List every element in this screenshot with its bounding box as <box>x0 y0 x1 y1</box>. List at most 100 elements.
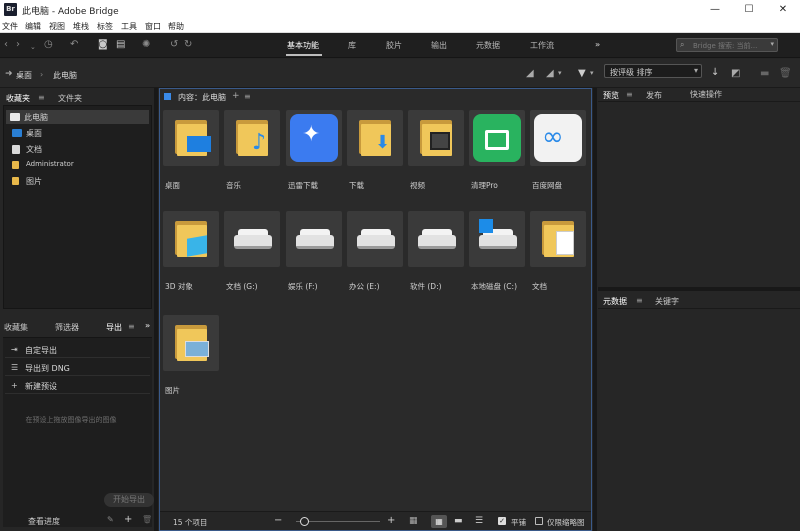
more-workspaces-button[interactable]: » <box>595 40 600 49</box>
start-export-button[interactable]: 开始导出 <box>104 493 154 507</box>
thumbnail-label: 本地磁盘 (C:) <box>471 282 517 291</box>
tab-essentials[interactable]: 基本功能 <box>287 40 319 51</box>
thumbnail-item[interactable] <box>530 211 586 267</box>
tab-metadata[interactable]: 元数据 <box>476 40 500 51</box>
panel-divider[interactable] <box>593 88 597 531</box>
panel-menu-icon[interactable]: ≡ <box>38 93 45 102</box>
menu-tools[interactable]: 工具 <box>121 21 137 32</box>
menu-help[interactable]: 帮助 <box>168 21 184 32</box>
tab-filmstrip[interactable]: 胶片 <box>386 40 402 51</box>
recent-icon[interactable]: ◷ <box>44 40 53 50</box>
details-view-icon[interactable]: ▬ <box>454 516 463 526</box>
tab-quick-actions[interactable]: 快速操作 <box>690 89 722 100</box>
tab-keywords[interactable]: 关键字 <box>655 296 679 307</box>
maximize-button[interactable]: ☐ <box>732 0 766 20</box>
desktop-icon <box>12 129 22 137</box>
menu-window[interactable]: 窗口 <box>145 21 161 32</box>
zoom-in-icon[interactable]: + <box>387 515 395 526</box>
thumbnail-item[interactable] <box>469 211 525 267</box>
tab-workflow[interactable]: 工作流 <box>530 40 554 51</box>
sort-select[interactable]: 按评级 排序 ▾ <box>604 64 702 78</box>
thumbnail-item[interactable] <box>163 110 219 166</box>
document-icon <box>12 145 20 154</box>
tab-filter[interactable]: 筛选器 <box>55 322 79 333</box>
delete-icon[interactable]: 🗑 <box>779 68 792 79</box>
thumbnail-item[interactable] <box>163 315 219 371</box>
tab-collections[interactable]: 收藏集 <box>4 322 28 333</box>
thumbnail-item[interactable] <box>469 110 525 166</box>
panel-divider[interactable] <box>598 287 800 291</box>
list-item[interactable]: ☰ 导出到 DNG <box>5 360 150 376</box>
forward-icon[interactable]: › <box>16 40 20 50</box>
menu-view[interactable]: 视图 <box>49 21 65 32</box>
tab-publish[interactable]: 发布 <box>646 90 662 101</box>
menu-file[interactable]: 文件 <box>2 21 18 32</box>
new-folder-icon[interactable]: ◩ <box>731 68 740 79</box>
tab-folders[interactable]: 文件夹 <box>58 93 82 104</box>
list-item[interactable]: ⇥ 自定导出 <box>5 342 150 358</box>
thumbnail-item[interactable]: ⬇ <box>347 110 403 166</box>
thumbnail-item[interactable] <box>286 211 342 267</box>
thumbnail-quality-icon[interactable]: ◢ <box>526 68 534 79</box>
chevron-down-icon[interactable]: ▾ <box>590 69 594 77</box>
minimize-button[interactable]: — <box>698 0 732 20</box>
close-button[interactable]: ✕ <box>766 0 800 20</box>
return-icon[interactable]: ↶ <box>70 40 78 50</box>
list-item[interactable]: + 新建预设 <box>5 378 150 394</box>
thumbnail-item[interactable]: ♪ <box>224 110 280 166</box>
back-icon[interactable]: ‹ <box>4 40 8 50</box>
tab-favorites[interactable]: 收藏夹 <box>6 93 30 104</box>
tab-metadata-panel[interactable]: 元数据 <box>603 296 627 307</box>
edit-icon[interactable]: ✎ <box>107 515 114 524</box>
grid-lock-icon[interactable]: ▦ <box>409 516 418 526</box>
thumbnails-only-checkbox[interactable] <box>535 517 543 525</box>
menu-edit[interactable]: 编辑 <box>25 21 41 32</box>
breadcrumb-desktop[interactable]: 桌面 <box>16 70 32 81</box>
rating-filter-icon[interactable]: ◢ <box>546 68 554 79</box>
thumbnail-item[interactable] <box>408 211 464 267</box>
chevron-down-icon[interactable]: ▾ <box>558 69 562 77</box>
more-panels-button[interactable]: » <box>145 321 150 330</box>
tab-output[interactable]: 输出 <box>431 40 447 51</box>
thumbnail-item[interactable] <box>224 211 280 267</box>
chevron-down-icon[interactable]: ▾ <box>770 40 774 48</box>
zoom-out-icon[interactable]: − <box>274 515 282 526</box>
panel-menu-icon[interactable]: ≡ <box>636 296 643 305</box>
panel-divider[interactable] <box>154 88 158 531</box>
thumbnail-item[interactable]: ✦ <box>286 110 342 166</box>
panel-menu-icon[interactable]: ≡ <box>244 92 251 101</box>
stack-icon[interactable]: ▬ <box>760 68 769 79</box>
panel-menu-icon[interactable]: ≡ <box>128 322 135 331</box>
tab-preview[interactable]: 预览 <box>603 90 619 101</box>
sidebar-item-this-pc[interactable]: 此电脑 <box>6 110 149 124</box>
rotate-left-icon[interactable]: ↺ <box>170 40 178 50</box>
zoom-slider-thumb[interactable] <box>300 517 310 526</box>
menu-stack[interactable]: 堆栈 <box>73 21 89 32</box>
delete-icon[interactable]: 🗑 <box>142 515 152 524</box>
breadcrumb-this-pc[interactable]: 此电脑 <box>53 70 77 81</box>
rotate-right-icon[interactable]: ↻ <box>184 40 192 50</box>
thumbnail-view-icon[interactable]: ▦ <box>431 515 447 528</box>
camera-icon[interactable]: ◙ <box>98 40 108 50</box>
chevron-down-icon[interactable]: ⌄ <box>30 42 36 52</box>
open-in-camera-raw-icon[interactable]: ✺ <box>142 40 150 50</box>
music-folder-icon: ♪ <box>224 110 280 166</box>
thumbnail-item[interactable] <box>347 211 403 267</box>
menu-label[interactable]: 标签 <box>97 21 113 32</box>
tab-libraries[interactable]: 库 <box>348 40 356 51</box>
add-icon[interactable]: + <box>124 514 132 525</box>
thumbnail-item[interactable] <box>408 110 464 166</box>
folder-icon <box>12 177 19 185</box>
tile-checkbox[interactable]: ✓ <box>498 517 506 525</box>
thumbnail-item[interactable] <box>163 211 219 267</box>
search-field[interactable]: ⌕ Bridge 搜索: 当前... ▾ <box>676 38 778 52</box>
panel-menu-icon[interactable]: ≡ <box>626 90 633 99</box>
list-view-icon[interactable]: ☰ <box>475 516 483 526</box>
thumbnail-item[interactable]: ∞ <box>530 110 586 166</box>
tab-export[interactable]: 导出 <box>106 322 122 333</box>
sort-direction-icon[interactable]: ↓ <box>711 67 719 78</box>
filter-icon[interactable]: ▼ <box>578 68 586 79</box>
view-progress-link[interactable]: 查看进度 <box>28 516 60 527</box>
refine-icon[interactable]: ▤ <box>116 40 125 50</box>
add-icon[interactable]: + <box>232 91 240 101</box>
